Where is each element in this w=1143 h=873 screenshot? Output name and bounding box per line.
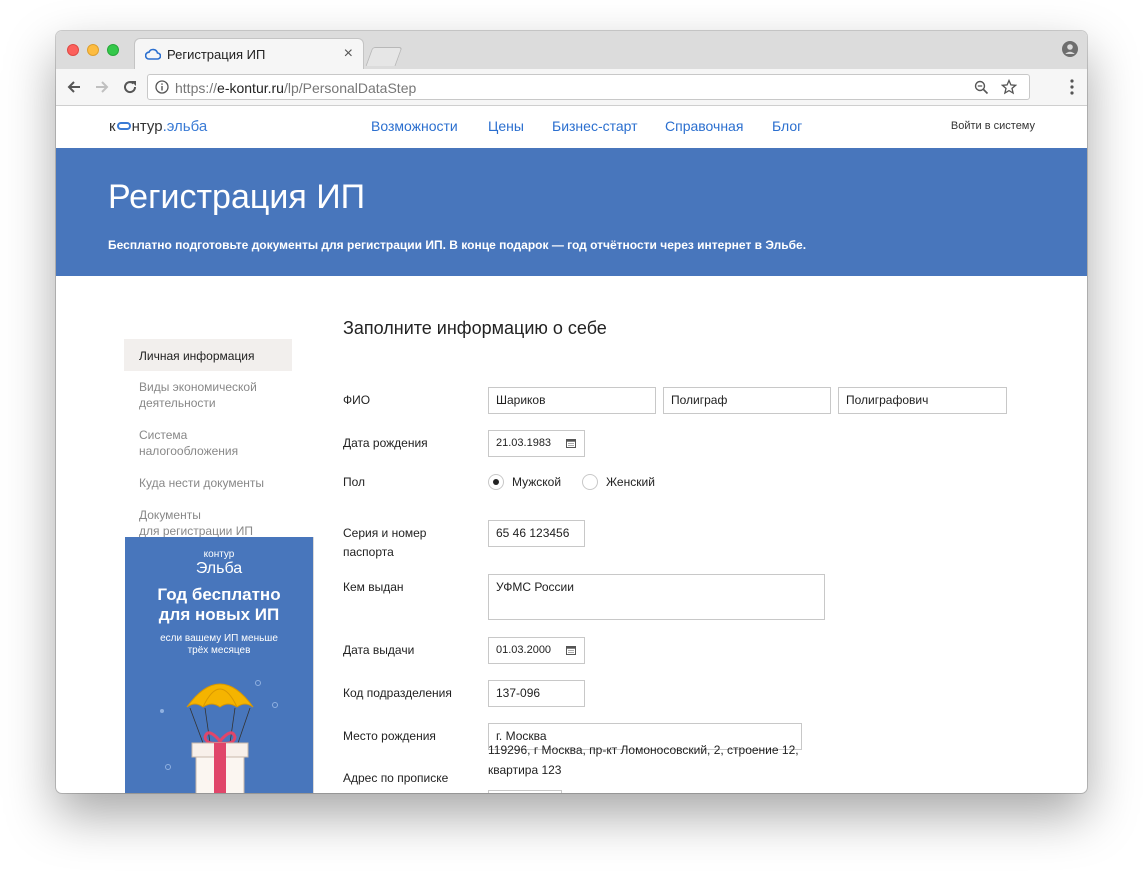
passport-field[interactable]: 65 46 123456 <box>488 520 585 547</box>
gender-male-radio[interactable] <box>488 474 504 490</box>
sidebar-item-label: Документы <box>139 508 201 522</box>
browser-tab[interactable]: Регистрация ИП × <box>134 38 364 69</box>
sidebar-item-tax-system[interactable]: Система налогообложения <box>124 427 292 459</box>
sidebar-item-activity-types[interactable]: Виды экономической деятельности <box>124 379 292 411</box>
form-title: Заполните информацию о себе <box>343 318 607 338</box>
login-link[interactable]: Войти в систему <box>951 120 1035 132</box>
page-content: к нтур.эльба Возможности Цены Бизнес-стар… <box>56 106 1087 793</box>
gender-label: Пол <box>343 475 366 489</box>
kontur-elba-logo[interactable]: к нтур.эльба <box>109 118 207 135</box>
issue-date-label: Дата выдачи <box>343 643 415 657</box>
logo-ring-icon <box>116 122 131 130</box>
sidebar-item-label: Куда нести документы <box>139 476 265 490</box>
parachute-gift-icon <box>160 680 278 793</box>
birth-date-field[interactable]: 21.03.1983 <box>488 430 585 457</box>
birth-date-value: 21.03.1983 <box>496 437 552 449</box>
minimize-window-button[interactable] <box>87 44 99 56</box>
sidebar-divider <box>313 537 314 793</box>
nav-link-blog[interactable]: Блог <box>772 118 802 134</box>
promo-title-line: для новых ИП <box>158 605 280 624</box>
nav-link-business-start[interactable]: Бизнес-старт <box>552 118 638 134</box>
promo-logo-bottom: Эльба <box>195 560 243 577</box>
first-name-field[interactable]: Полиграф <box>663 387 831 414</box>
logo-prefix: к <box>109 118 116 135</box>
sidebar-item-where-to-submit[interactable]: Куда нести документы <box>124 475 292 491</box>
fio-label: ФИО <box>343 393 371 407</box>
page-title: Регистрация ИП <box>108 178 366 216</box>
issue-date-field[interactable]: 01.03.2000 <box>488 637 585 664</box>
sidebar-item-personal-info[interactable]: Личная информация <box>124 339 292 371</box>
sidebar-item-label: Виды экономической <box>139 380 257 394</box>
nav-link-prices[interactable]: Цены <box>488 118 524 134</box>
gender-female-radio[interactable] <box>582 474 598 490</box>
zoom-icon[interactable] <box>974 80 989 95</box>
hero-subtitle: Бесплатно подготовьте документы для реги… <box>108 238 807 252</box>
gender-female-label[interactable]: Женский <box>606 475 655 489</box>
sidebar-item-label: налогообложения <box>139 444 239 458</box>
next-field[interactable] <box>488 790 562 793</box>
passport-label: Серия и номер паспорта <box>343 524 426 562</box>
calendar-icon[interactable] <box>566 438 576 448</box>
promo-banner[interactable]: контур Эльба Год бесплатно для новых ИП … <box>125 537 313 793</box>
logo-accent: .эльба <box>162 118 208 135</box>
passport-label-line: паспорта <box>343 545 394 559</box>
browser-menu-icon[interactable] <box>1070 79 1074 95</box>
birth-date-label: Дата рождения <box>343 436 428 450</box>
profile-icon[interactable] <box>1062 41 1078 57</box>
reload-icon[interactable] <box>121 78 139 96</box>
promo-subtitle: если вашему ИП меньше трёх месяцев <box>125 633 313 657</box>
sidebar-item-label: Система <box>139 428 188 442</box>
last-name-field[interactable]: Шариков <box>488 387 656 414</box>
division-code-label: Код подразделения <box>343 686 452 700</box>
site-header: к нтур.эльба Возможности Цены Бизнес-стар… <box>56 106 1087 148</box>
division-code-field[interactable]: 137-096 <box>488 680 585 707</box>
logo-middle: нтур <box>131 118 163 135</box>
sidebar-item-label: Личная информация <box>139 349 255 363</box>
tab-strip: Регистрация ИП × <box>56 31 1087 69</box>
promo-subtitle-line: трёх месяцев <box>187 645 251 656</box>
close-tab-icon[interactable]: × <box>344 45 353 63</box>
back-arrow-icon[interactable] <box>65 78 83 96</box>
info-icon[interactable] <box>155 80 169 94</box>
url-path: /lp/PersonalDataStep <box>283 80 417 96</box>
passport-label-line: Серия и номер <box>343 526 427 540</box>
middle-name-field[interactable]: Полиграфович <box>838 387 1007 414</box>
promo-title: Год бесплатно для новых ИП <box>125 585 313 625</box>
issued-by-textarea[interactable]: УФМС России <box>488 574 825 620</box>
hero-banner: Регистрация ИП Бесплатно подготовьте док… <box>56 148 1087 276</box>
close-window-button[interactable] <box>67 44 79 56</box>
birth-place-label: Место рождения <box>343 729 436 743</box>
address-value: 119296, г Москва, пр-кт Ломоносовский, 2… <box>488 743 799 777</box>
sidebar-item-documents[interactable]: Документы для регистрации ИП <box>124 507 292 539</box>
new-tab-button[interactable] <box>365 47 403 66</box>
tab-title: Регистрация ИП <box>167 47 266 62</box>
browser-window: Регистрация ИП × https://e-kontur.ru/lp/… <box>56 31 1087 793</box>
url-host: e-kontur.ru <box>217 80 284 96</box>
address-label: Адрес по прописке <box>343 771 449 785</box>
url-text: https://e-kontur.ru/lp/PersonalDataStep <box>175 80 416 96</box>
promo-title-line: Год бесплатно <box>157 585 281 604</box>
issue-date-value: 01.03.2000 <box>496 644 552 656</box>
nav-link-features[interactable]: Возможности <box>371 118 458 134</box>
sidebar-item-label: деятельности <box>139 396 216 410</box>
browser-toolbar: https://e-kontur.ru/lp/PersonalDataStep <box>56 69 1087 106</box>
issued-by-label: Кем выдан <box>343 580 404 594</box>
bookmark-star-icon[interactable] <box>1001 79 1017 95</box>
address-bar[interactable]: https://e-kontur.ru/lp/PersonalDataStep <box>147 74 1030 100</box>
gender-male-label[interactable]: Мужской <box>512 475 561 489</box>
url-scheme: https:// <box>175 80 218 96</box>
calendar-icon[interactable] <box>566 645 576 655</box>
maximize-window-button[interactable] <box>107 44 119 56</box>
nav-link-help[interactable]: Справочная <box>665 118 743 134</box>
promo-logo-top: контур <box>203 549 235 560</box>
cloud-icon <box>145 48 161 60</box>
forward-arrow-icon[interactable] <box>93 78 111 96</box>
promo-subtitle-line: если вашему ИП меньше <box>160 633 278 644</box>
